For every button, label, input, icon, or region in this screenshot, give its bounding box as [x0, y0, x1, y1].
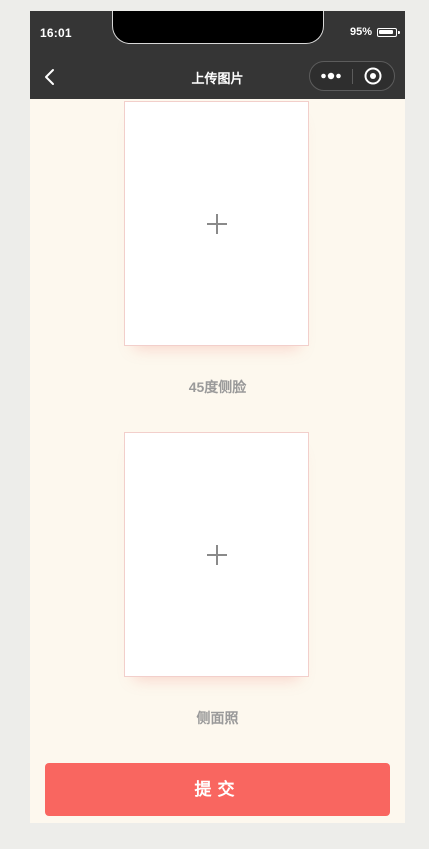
- submit-button[interactable]: 提交: [45, 763, 390, 816]
- upload-label-45-degree: 45度侧脸: [188, 379, 247, 395]
- phone-screen: 16:01 95% 上传图片 45度侧脸 侧面照 提交: [30, 11, 405, 823]
- plus-icon: [206, 213, 228, 235]
- navigation-bar: 上传图片: [30, 55, 405, 99]
- battery-icon: [377, 27, 400, 37]
- battery-indicator: 95%: [349, 26, 400, 38]
- more-dots-icon[interactable]: [310, 62, 352, 90]
- plus-icon: [206, 544, 228, 566]
- upload-box-side-profile[interactable]: [124, 432, 309, 677]
- close-target-icon[interactable]: [353, 62, 394, 90]
- mini-program-capsule: [309, 61, 395, 91]
- battery-percent: 95%: [349, 26, 372, 38]
- status-bar: 16:01 95%: [30, 11, 405, 55]
- camera-notch: [112, 11, 324, 44]
- status-time: 16:01: [40, 26, 72, 40]
- upload-box-45-degree[interactable]: [124, 101, 309, 346]
- upload-label-side-profile: 侧面照: [196, 710, 239, 726]
